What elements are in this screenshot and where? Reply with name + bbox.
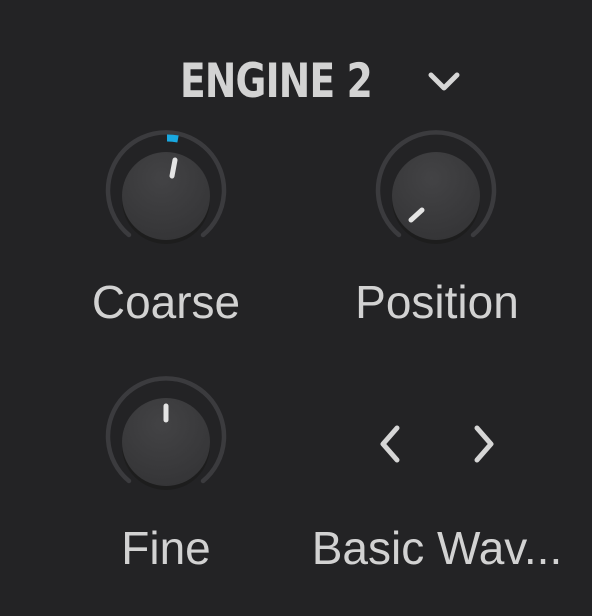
coarse-label: Coarse <box>91 276 241 328</box>
wavetable-prev-button[interactable] <box>366 416 414 472</box>
engine-dropdown-button[interactable] <box>418 60 470 104</box>
wavetable-next-button[interactable] <box>460 416 508 472</box>
chevron-left-icon <box>380 425 400 463</box>
fine-knob[interactable] <box>100 376 232 508</box>
fine-knob-graphic <box>105 376 227 490</box>
fine-label: Fine <box>121 522 211 574</box>
chevron-down-icon <box>428 72 460 91</box>
position-knob[interactable] <box>370 130 502 262</box>
position-label: Position <box>355 276 519 328</box>
engine-title: ENGINE 2 <box>180 54 373 109</box>
chevron-right-icon <box>474 425 494 463</box>
coarse-knob[interactable] <box>100 130 232 262</box>
wavetable-name[interactable]: Basic Wav... <box>302 522 572 574</box>
coarse-knob-graphic <box>105 130 227 244</box>
engine-header: ENGINE 2 <box>0 50 592 114</box>
position-knob-graphic <box>375 130 497 244</box>
